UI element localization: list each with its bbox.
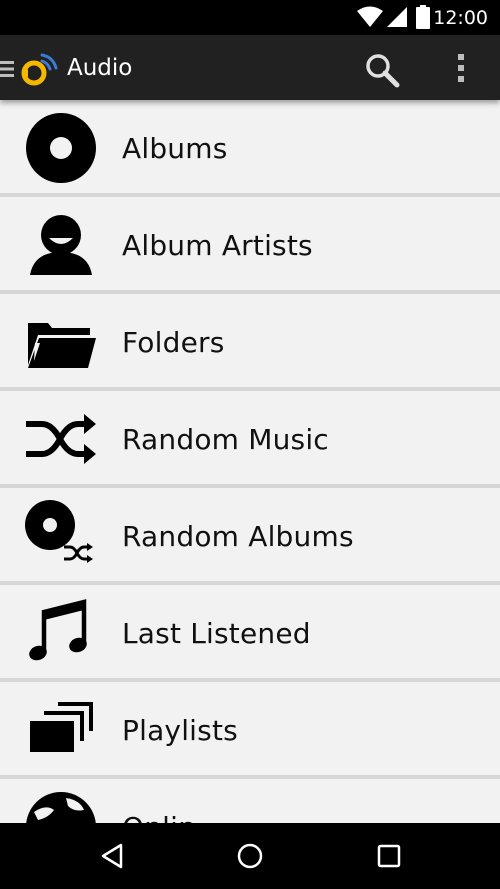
audio-menu-list: Albums Album Artists Folders Random Musi… <box>0 100 500 823</box>
menu-item-label: Album Artists <box>122 229 313 262</box>
menu-item-folders[interactable]: Folders <box>0 294 500 391</box>
person-icon <box>30 215 92 275</box>
shuffle-icon <box>26 414 96 464</box>
search-icon[interactable] <box>364 52 400 88</box>
hamburger-icon[interactable] <box>0 59 16 79</box>
menu-item-label: Random Albums <box>122 520 354 553</box>
app-logo-icon[interactable] <box>20 51 60 87</box>
signal-icon <box>387 7 407 27</box>
menu-item-label: Last Listened <box>122 617 311 650</box>
page-title: Audio <box>67 55 133 81</box>
menu-item-label: Albums <box>122 132 228 165</box>
menu-item-label: Folders <box>122 326 225 359</box>
menu-item-online[interactable]: Onlin <box>0 779 500 823</box>
menu-item-last-listened[interactable]: Last Listened <box>0 585 500 682</box>
menu-item-album-artists[interactable]: Album Artists <box>0 197 500 294</box>
wifi-icon <box>357 6 383 27</box>
menu-item-random-music[interactable]: Random Music <box>0 391 500 488</box>
playlists-icon <box>30 702 93 752</box>
menu-item-random-albums[interactable]: Random Albums <box>0 488 500 585</box>
overflow-menu-icon[interactable] <box>450 52 472 84</box>
back-icon[interactable] <box>99 843 125 869</box>
menu-item-playlists[interactable]: Playlists <box>0 682 500 779</box>
menu-item-label: Onlin <box>122 811 196 823</box>
music-note-icon <box>29 599 87 661</box>
recents-icon[interactable] <box>376 843 402 869</box>
battery-icon <box>416 5 430 29</box>
globe-icon <box>26 792 96 823</box>
navigation-bar <box>0 823 500 889</box>
menu-item-label: Random Music <box>122 423 329 456</box>
menu-item-albums[interactable]: Albums <box>0 100 500 197</box>
clock: 12:00 <box>433 7 488 29</box>
menu-item-label: Playlists <box>122 714 238 747</box>
status-bar: 12:00 <box>0 0 500 35</box>
disc-shuffle-icon <box>25 500 93 563</box>
action-bar: Audio <box>0 35 500 100</box>
folder-icon <box>28 323 96 368</box>
home-icon[interactable] <box>237 843 263 869</box>
disc-icon <box>26 113 96 183</box>
